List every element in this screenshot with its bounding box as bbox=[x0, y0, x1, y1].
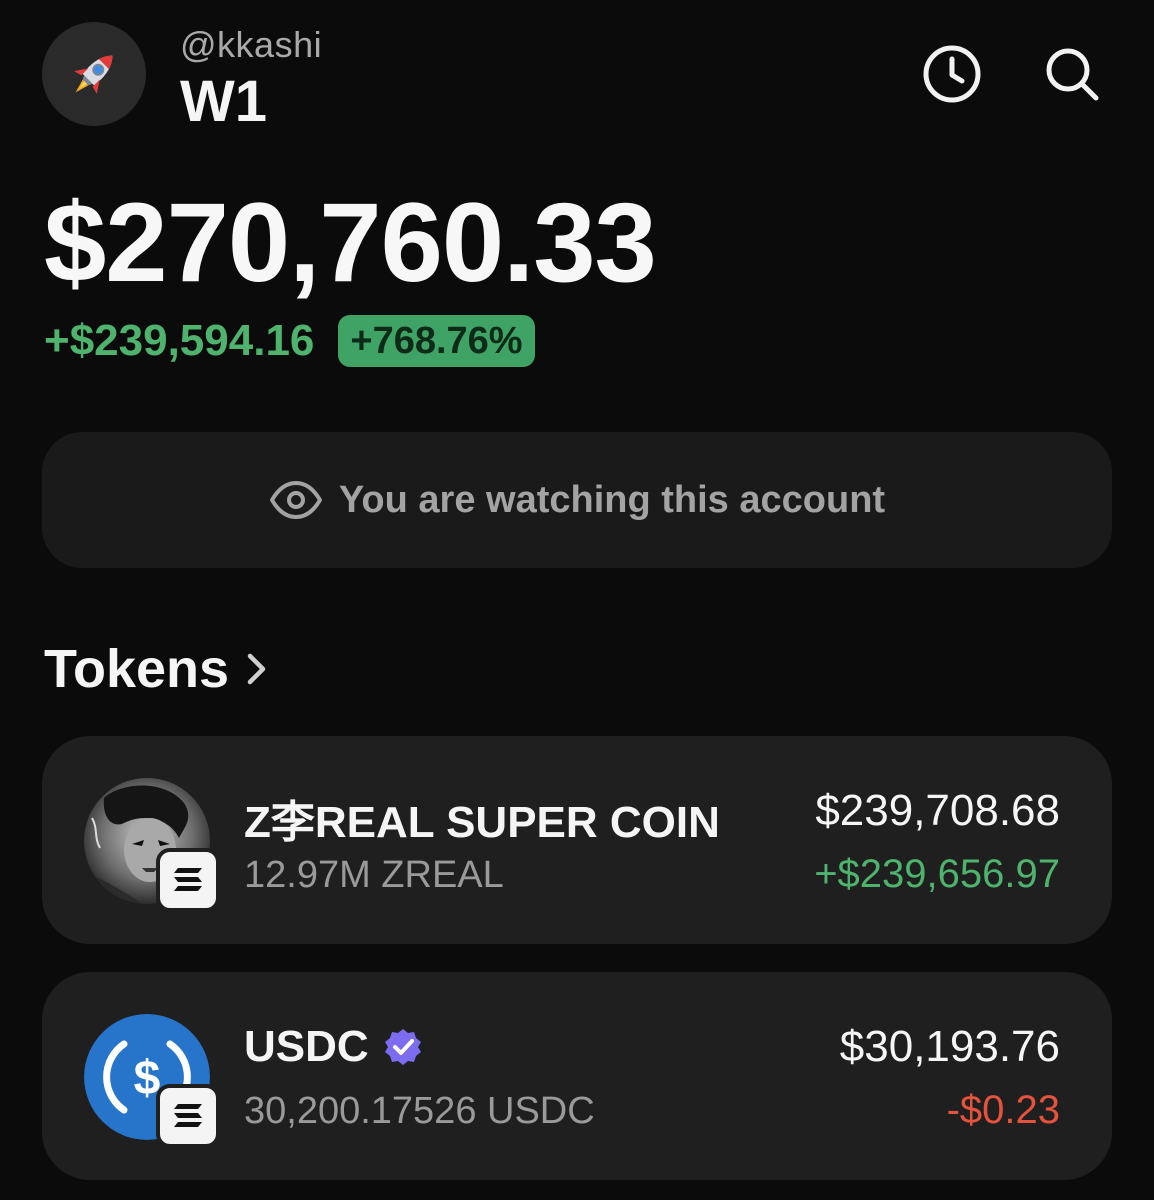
token-amount: 12.97M ZREAL bbox=[244, 854, 504, 896]
verified-icon bbox=[383, 1027, 423, 1067]
wallet-header: @kkashi W1 bbox=[42, 22, 1112, 134]
token-pnl: +$239,656.97 bbox=[814, 852, 1060, 896]
history-button[interactable] bbox=[920, 42, 984, 106]
change-percent-badge: +768.76% bbox=[338, 315, 535, 367]
change-amount: +$239,594.16 bbox=[44, 316, 315, 365]
portfolio-balance: $270,760.33 bbox=[44, 180, 657, 305]
search-button[interactable] bbox=[1040, 42, 1104, 106]
tokens-section-link[interactable]: Tokens bbox=[44, 638, 269, 700]
token-pnl: -$0.23 bbox=[946, 1088, 1060, 1132]
search-icon bbox=[1046, 48, 1099, 101]
watching-account-text: You are watching this account bbox=[338, 478, 886, 521]
wallet-handle: @kkashi bbox=[180, 24, 323, 65]
token-row-zreal[interactable]: Z李REAL SUPER COIN 12.97M ZREAL $239,708.… bbox=[42, 736, 1112, 944]
chevron-right-icon bbox=[245, 651, 269, 687]
watching-account-banner: You are watching this account bbox=[42, 432, 1112, 568]
token-value: $30,193.76 bbox=[839, 1022, 1060, 1071]
wallet-name: W1 bbox=[180, 69, 267, 134]
tokens-title: Tokens bbox=[44, 639, 230, 699]
eye-icon bbox=[269, 481, 322, 519]
clock-icon bbox=[923, 45, 981, 103]
rocket-icon bbox=[74, 55, 113, 94]
token-name-row: Z李REAL SUPER COIN bbox=[244, 786, 720, 850]
token-name: USDC bbox=[244, 1022, 369, 1071]
portfolio-change: +$239,594.16 +768.76% bbox=[44, 314, 535, 368]
token-name: Z李REAL SUPER COIN bbox=[244, 798, 720, 847]
token-value: $239,708.68 bbox=[815, 786, 1060, 835]
token-name-row: USDC bbox=[244, 1022, 423, 1072]
token-amount: 30,200.17526 USDC bbox=[244, 1090, 595, 1132]
solana-icon bbox=[156, 1084, 220, 1148]
solana-icon bbox=[156, 848, 220, 912]
token-row-usdc[interactable]: $ USDC 30,200.17526 USDC $30,193.76 -$0.… bbox=[42, 972, 1112, 1180]
wallet-avatar[interactable] bbox=[42, 22, 146, 126]
